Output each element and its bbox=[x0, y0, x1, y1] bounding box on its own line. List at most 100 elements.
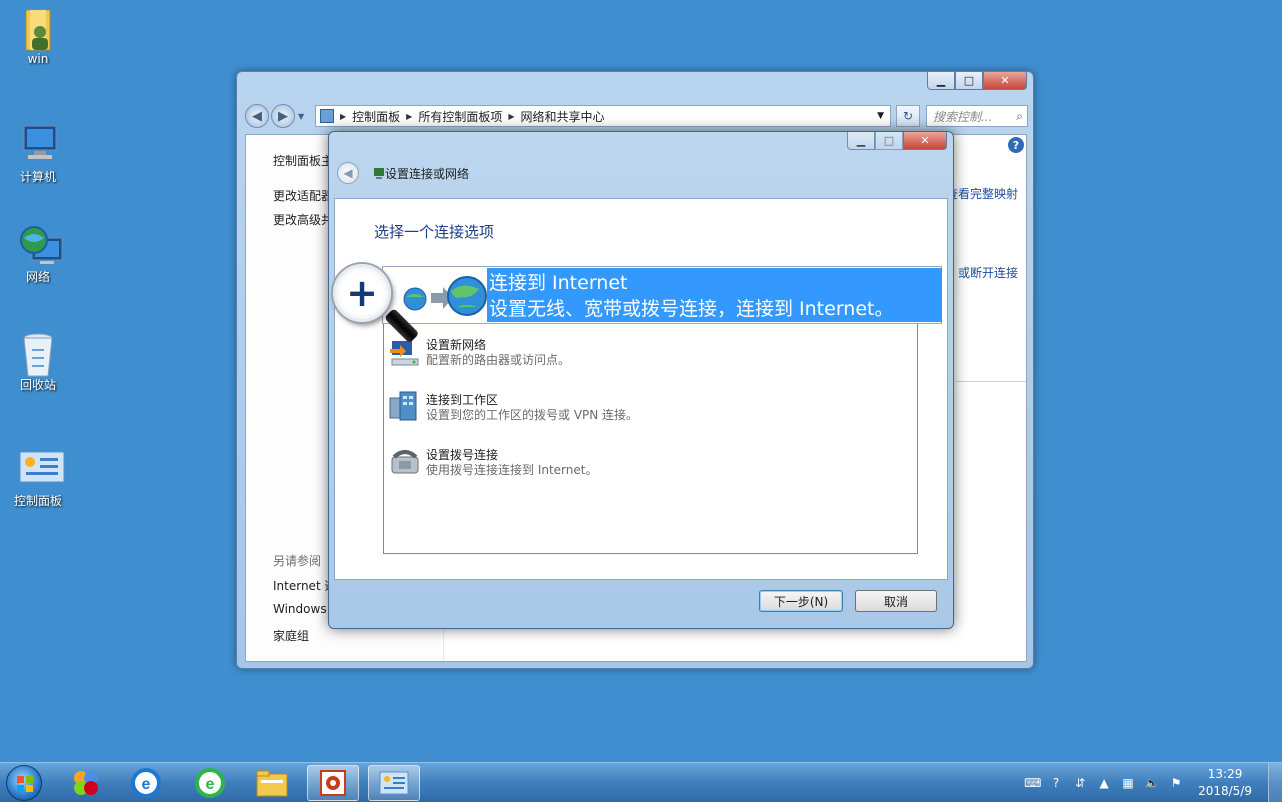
desktop-icon-label: 控制面板 bbox=[13, 494, 62, 508]
dialog-body: 选择一个连接选项 连接到 Internet 设置无线、宽带或拨号连接，连接到 I… bbox=[334, 198, 948, 580]
taskbar-app-ie[interactable]: e bbox=[120, 765, 172, 801]
link-internet-options[interactable]: Internet 选 bbox=[273, 577, 336, 594]
folder-icon bbox=[256, 770, 288, 797]
close-button[interactable]: ✕ bbox=[983, 72, 1027, 90]
magnified-option-view: 连接到 Internet 设置无线、宽带或拨号连接，连接到 Internet。 bbox=[382, 266, 942, 324]
close-icon: ✕ bbox=[920, 134, 930, 147]
desktop-icon-recycle-bin[interactable]: 回收站 bbox=[8, 332, 68, 393]
link-change-advanced-sharing[interactable]: 更改高级共 bbox=[273, 211, 333, 228]
magnified-option-description: 设置无线、宽带或拨号连接，连接到 Internet。 bbox=[489, 298, 894, 320]
dialog-caption-buttons: ▁ □ ✕ bbox=[847, 132, 947, 150]
magnifier-icon[interactable]: + bbox=[333, 264, 391, 322]
breadcrumb-control-panel[interactable]: 控制面板 bbox=[352, 108, 400, 125]
next-button[interactable]: 下一步(N) bbox=[759, 590, 843, 612]
dialog-heading: 选择一个连接选项 bbox=[374, 223, 495, 241]
taskbar-app-powerpoint[interactable] bbox=[307, 765, 359, 801]
link-homegroup[interactable]: 家庭组 bbox=[273, 627, 309, 644]
dialog-footer: 下一步(N) 取消 bbox=[759, 590, 937, 612]
network-setup-icon bbox=[374, 168, 384, 179]
app-360-icon bbox=[74, 771, 98, 795]
breadcrumb-separator-icon: ▶ bbox=[340, 111, 347, 121]
security-flag-icon[interactable]: ⚑ bbox=[1168, 775, 1184, 791]
show-desktop-button[interactable] bbox=[1268, 763, 1282, 802]
desktop-icon-network[interactable]: 网络 bbox=[8, 224, 68, 285]
dialog-maximize-button[interactable]: □ bbox=[875, 132, 903, 150]
maximize-button[interactable]: □ bbox=[955, 72, 983, 90]
internet-connection-icon bbox=[403, 276, 487, 316]
breadcrumb-all-items[interactable]: 所有控制面板项 bbox=[418, 108, 502, 125]
forward-arrow-icon: ▶ bbox=[278, 108, 288, 124]
option-description: 配置新的路由器或访问点。 bbox=[426, 353, 571, 367]
network-globe-icon bbox=[18, 224, 63, 264]
network-status-icon[interactable]: ▦ bbox=[1120, 775, 1136, 791]
address-dropdown-icon[interactable]: ▼ bbox=[877, 111, 884, 121]
dialog-back-button[interactable]: ◀ bbox=[337, 162, 359, 184]
dialog-header: ◀ 设置连接或网络 bbox=[337, 162, 469, 184]
back-button[interactable]: ◀ bbox=[245, 104, 269, 128]
clock-date: 2018/5/9 bbox=[1198, 784, 1252, 798]
option-connect-workplace[interactable]: 连接到工作区 设置到您的工作区的拨号或 VPN 连接。 bbox=[384, 390, 917, 430]
recent-pages-dropdown-icon[interactable]: ▼ bbox=[298, 112, 304, 121]
help-icon[interactable]: ? bbox=[1008, 137, 1024, 153]
system-tray: ⌨ ? ⇵ ▲ ▦ 🔈 ⚑ 13:29 2018/5/9 bbox=[1020, 763, 1282, 802]
control-panel-icon bbox=[18, 448, 65, 488]
section-divider bbox=[956, 381, 1026, 382]
address-row: ◀ ▶ ▼ ▶ 控制面板 ▶ 所有控制面板项 ▶ 网络和共享中心 ▼ ↻ 搜索控… bbox=[245, 104, 1028, 128]
minimize-icon: ▁ bbox=[936, 74, 946, 87]
taskbar-app-360[interactable] bbox=[60, 765, 112, 801]
search-input[interactable]: 搜索控制... ⌕ bbox=[926, 105, 1028, 127]
presentation-icon bbox=[320, 770, 346, 796]
minimize-button[interactable]: ▁ bbox=[927, 72, 955, 90]
router-icon bbox=[388, 335, 422, 369]
option-description: 使用拨号连接连接到 Internet。 bbox=[426, 463, 598, 477]
see-also-heading: 另请参阅 bbox=[273, 554, 322, 568]
breadcrumb-separator-icon: ▶ bbox=[508, 111, 515, 121]
dialog-close-button[interactable]: ✕ bbox=[903, 132, 947, 150]
taskbar-app-control-panel[interactable] bbox=[368, 765, 420, 801]
internet-explorer-icon: e bbox=[131, 768, 161, 798]
keyboard-icon[interactable]: ⌨ bbox=[1024, 775, 1041, 791]
option-setup-new-network[interactable]: 设置新网络 配置新的路由器或访问点。 bbox=[384, 335, 917, 375]
refresh-button[interactable]: ↻ bbox=[896, 105, 920, 127]
start-button[interactable] bbox=[6, 765, 42, 801]
option-title: 设置拨号连接 bbox=[426, 448, 499, 462]
cancel-button[interactable]: 取消 bbox=[855, 590, 937, 612]
magnified-option-title: 连接到 Internet bbox=[489, 272, 628, 294]
link-control-panel-home[interactable]: 控制面板主 bbox=[273, 152, 333, 169]
breadcrumb-network-sharing[interactable]: 网络和共享中心 bbox=[521, 108, 605, 125]
help-tray-icon[interactable]: ? bbox=[1048, 775, 1064, 791]
maximize-icon: □ bbox=[963, 74, 975, 87]
back-arrow-icon: ◀ bbox=[252, 108, 262, 124]
clock-time: 13:29 bbox=[1207, 767, 1243, 781]
refresh-icon: ↻ bbox=[902, 109, 914, 123]
address-bar[interactable]: ▶ 控制面板 ▶ 所有控制面板项 ▶ 网络和共享中心 ▼ bbox=[315, 105, 891, 127]
back-arrow-icon: ◀ bbox=[343, 166, 353, 180]
window-caption-buttons: ▁ □ ✕ bbox=[927, 72, 1027, 90]
language-bar-icon[interactable]: ⇵ bbox=[1072, 775, 1088, 791]
link-view-full-map[interactable]: 查看完整映射 bbox=[946, 185, 1018, 202]
clock[interactable]: 13:29 2018/5/9 bbox=[1198, 766, 1252, 800]
link-connect-disconnect[interactable]: 或断开连接 bbox=[958, 264, 1018, 281]
magnified-selected-option[interactable]: 连接到 Internet 设置无线、宽带或拨号连接，连接到 Internet。 bbox=[487, 268, 942, 322]
close-icon: ✕ bbox=[1000, 74, 1010, 87]
desktop-icon-label: 计算机 bbox=[19, 170, 56, 184]
desktop-icon-win[interactable]: win bbox=[8, 8, 68, 66]
zoom-in-icon: + bbox=[346, 271, 378, 315]
option-setup-dialup[interactable]: 设置拨号连接 使用拨号连接连接到 Internet。 bbox=[384, 445, 917, 485]
link-change-adapter[interactable]: 更改适配器 bbox=[273, 187, 333, 204]
user-folder-icon bbox=[18, 8, 58, 51]
link-windows-firewall[interactable]: Windows bbox=[273, 602, 327, 616]
dialog-minimize-button[interactable]: ▁ bbox=[847, 132, 875, 150]
desktop-icon-computer[interactable]: 计算机 bbox=[8, 124, 68, 185]
setup-connection-dialog: ▁ □ ✕ ◀ 设置连接或网络 选择一个连接选项 连接到 Internet 设置… bbox=[328, 131, 954, 629]
desktop-icon-control-panel[interactable]: 控制面板 bbox=[8, 448, 68, 509]
volume-icon[interactable]: 🔈 bbox=[1144, 775, 1160, 791]
windows-logo-icon bbox=[17, 776, 33, 792]
control-panel-icon bbox=[379, 771, 409, 795]
taskbar-app-360-browser[interactable]: e bbox=[184, 765, 236, 801]
breadcrumb-separator-icon: ▶ bbox=[406, 111, 413, 121]
show-hidden-icons-icon[interactable]: ▲ bbox=[1096, 775, 1112, 791]
forward-button[interactable]: ▶ bbox=[271, 104, 295, 128]
taskbar-app-explorer[interactable] bbox=[246, 765, 298, 801]
minimize-icon: ▁ bbox=[856, 134, 866, 147]
